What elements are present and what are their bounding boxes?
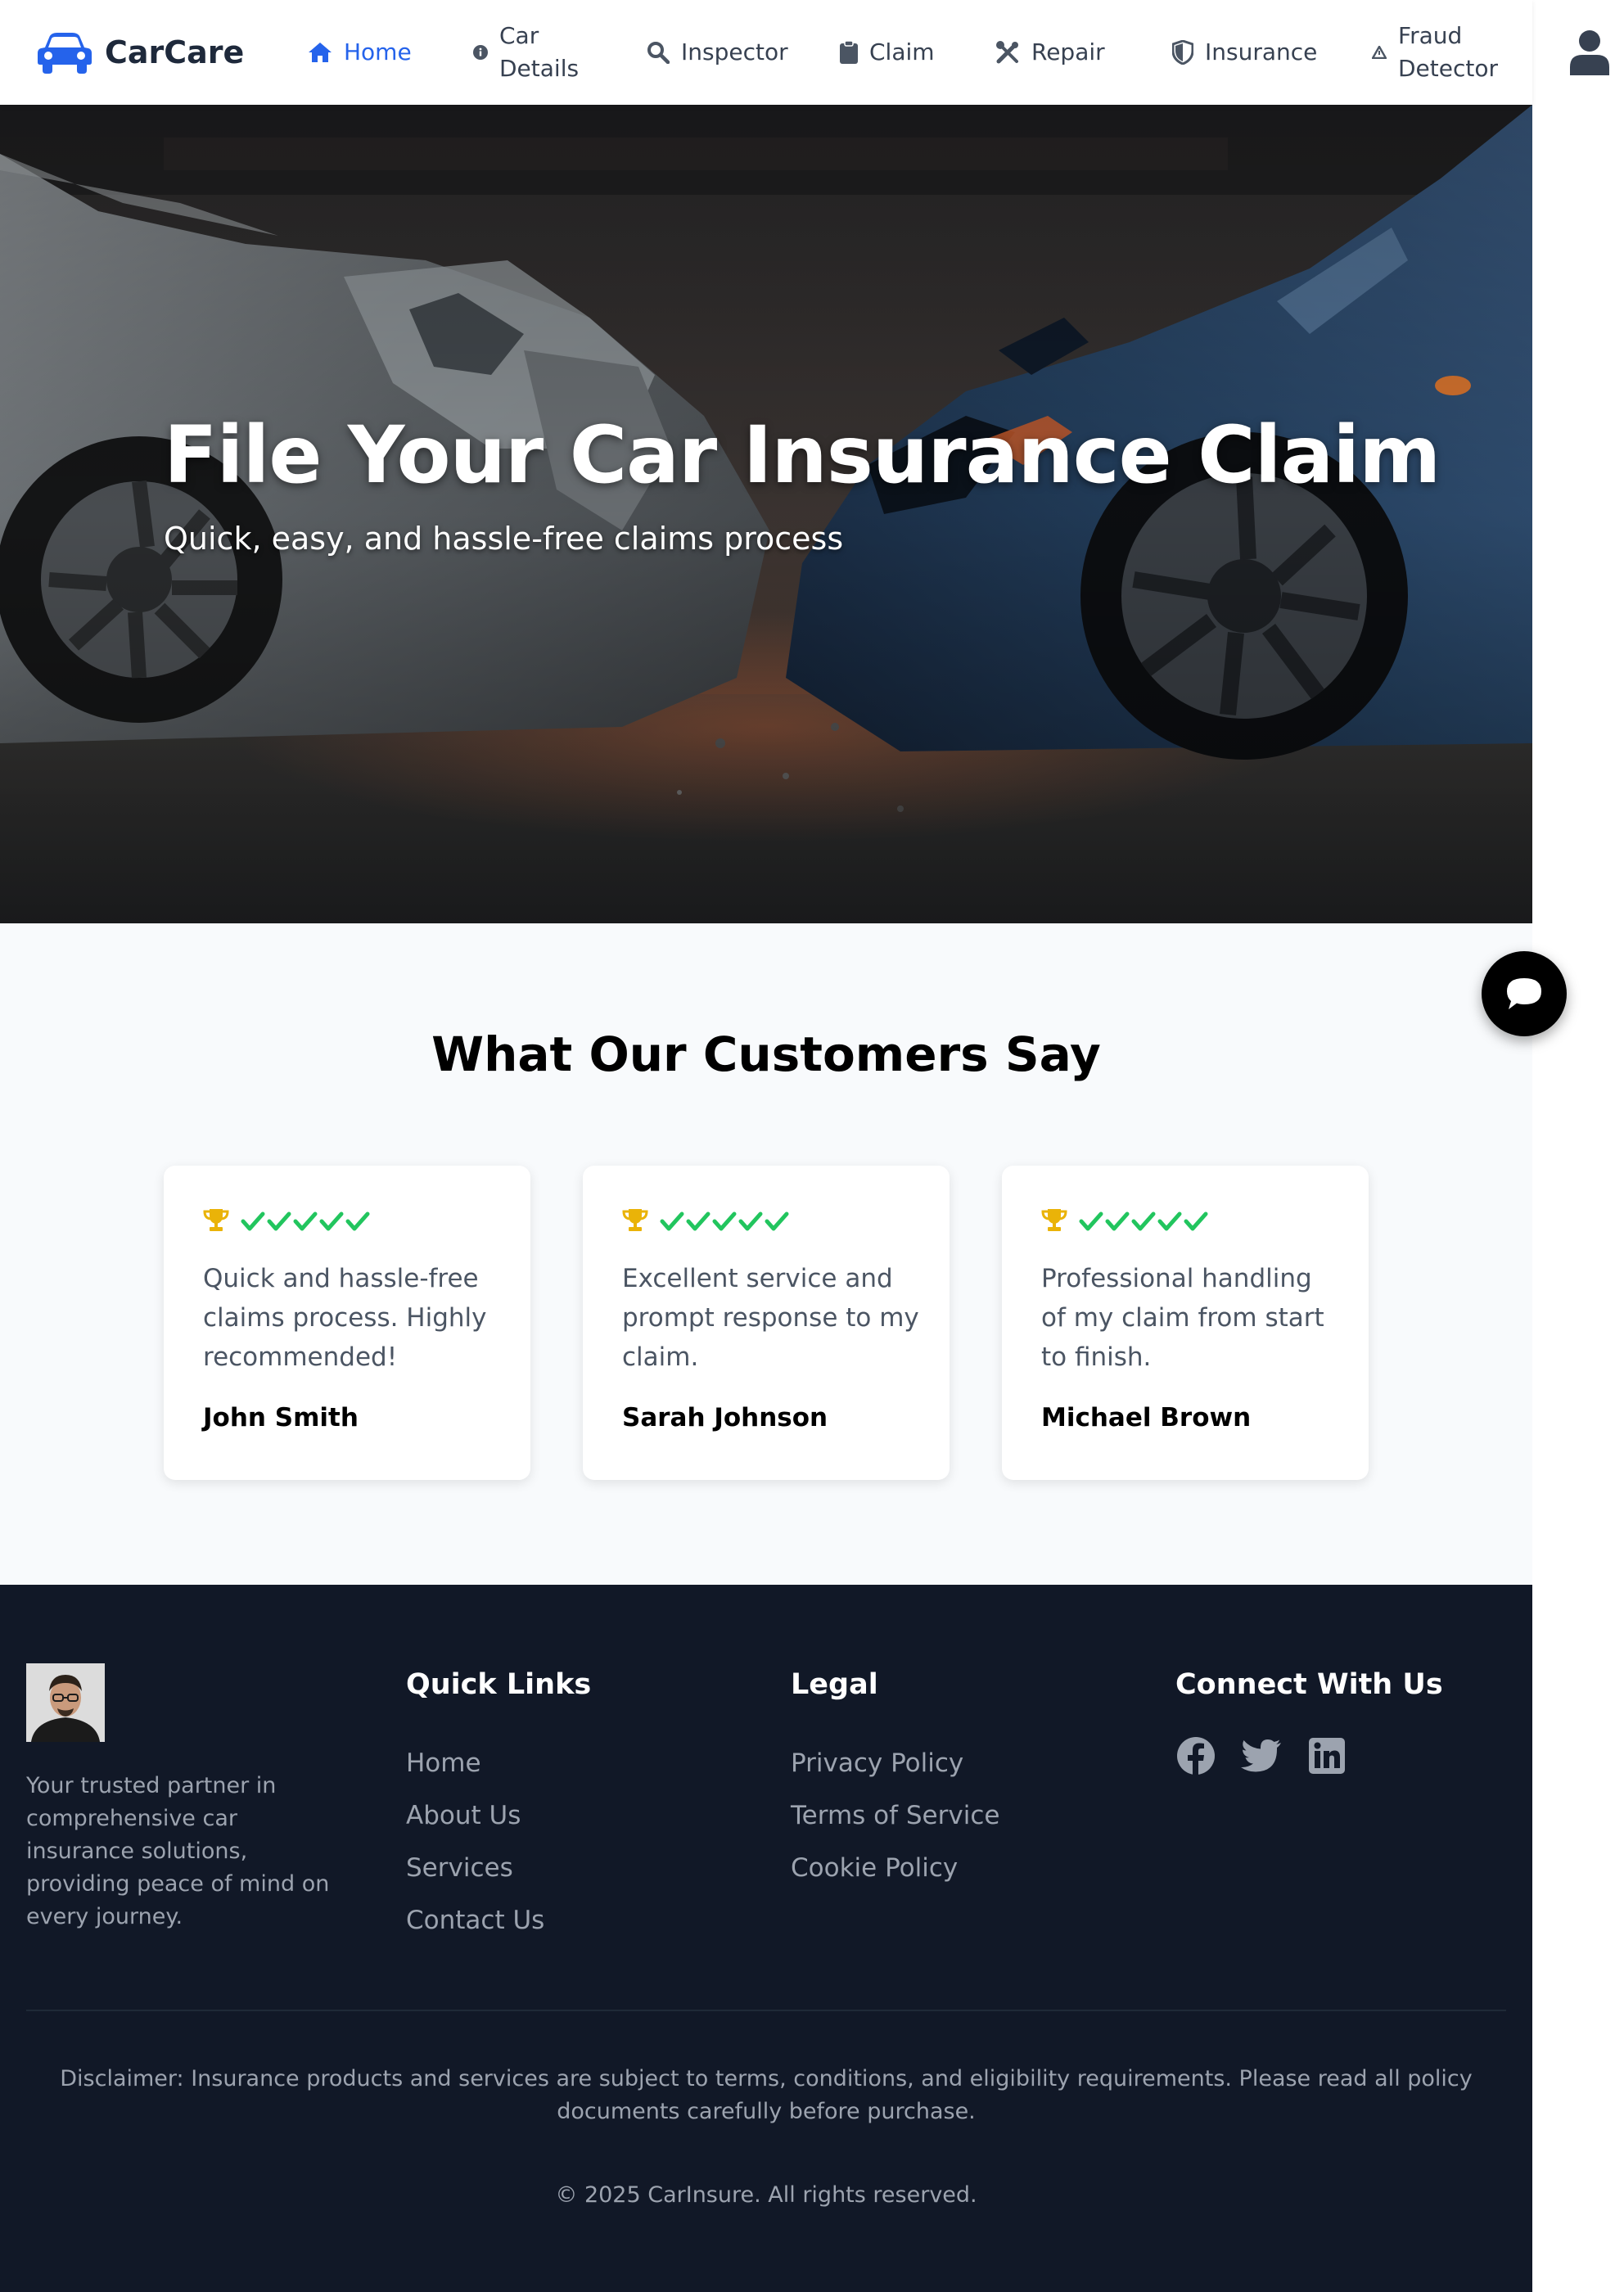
footer-link-terms[interactable]: Terms of Service — [791, 1789, 999, 1842]
nav-item-car-details[interactable]: Car Details — [473, 20, 579, 85]
hero-banner: File Your Car Insurance Claim Quick, eas… — [0, 105, 1532, 923]
legal-title: Legal — [791, 1668, 878, 1701]
nav-label-car: Car — [499, 22, 539, 49]
footer-link-home[interactable]: Home — [406, 1737, 544, 1789]
car-icon — [38, 33, 92, 74]
footer-link-cookies[interactable]: Cookie Policy — [791, 1842, 999, 1894]
twitter-icon[interactable] — [1241, 1735, 1282, 1776]
testimonial-author: Sarah Johnson — [622, 1403, 828, 1432]
footer-link-services[interactable]: Services — [406, 1842, 544, 1894]
rating — [203, 1208, 373, 1234]
social-links — [1175, 1735, 1372, 1776]
footer-disclaimer: Disclaimer: Insurance products and servi… — [60, 2066, 1473, 2124]
search-icon — [647, 41, 670, 64]
footer-avatar — [26, 1663, 105, 1742]
shield-icon — [1172, 40, 1193, 65]
crashed-cars-image — [0, 105, 1532, 923]
info-icon — [473, 45, 488, 60]
top-navbar: CarCare Home Car Details Inspector Claim… — [0, 0, 1532, 105]
warning-icon — [1372, 46, 1387, 59]
testimonial-author: John Smith — [203, 1403, 359, 1432]
page: CarCare Home Car Details Inspector Claim… — [0, 0, 1532, 2292]
trophy-icon — [1041, 1207, 1067, 1235]
trophy-icon — [622, 1207, 648, 1235]
chat-bubble-icon — [1507, 978, 1541, 1009]
testimonials-heading: What Our Customers Say — [431, 1026, 1101, 1082]
footer-link-privacy[interactable]: Privacy Policy — [791, 1737, 999, 1789]
site-footer: Your trusted partner in comprehensive ca… — [0, 1585, 1532, 2292]
nav-label-inspector: Inspector — [681, 38, 788, 65]
testimonial-quote: Excellent service and prompt response to… — [622, 1264, 919, 1372]
facebook-icon[interactable] — [1175, 1735, 1216, 1776]
check-rating — [1079, 1210, 1211, 1233]
nav-label-insurance: Insurance — [1205, 38, 1318, 65]
nav-label-details: Details — [499, 55, 580, 82]
quick-links-title: Quick Links — [406, 1668, 592, 1701]
nav-item-repair[interactable]: Repair — [995, 20, 1105, 85]
testimonial-card: Quick and hassle-free claims process. Hi… — [164, 1166, 530, 1480]
quick-links-list: Home About Us Services Contact Us — [406, 1737, 544, 1947]
tools-icon — [995, 40, 1020, 65]
footer-about-text: Your trusted partner in comprehensive ca… — [26, 1773, 330, 1929]
nav-item-insurance[interactable]: Insurance — [1172, 20, 1317, 85]
nav-label-detector: Detector — [1398, 55, 1499, 82]
check-rating — [660, 1210, 792, 1233]
home-icon — [308, 42, 332, 63]
user-icon[interactable] — [1568, 29, 1611, 75]
nav-item-inspector[interactable]: Inspector — [647, 20, 788, 85]
legal-links-list: Privacy Policy Terms of Service Cookie P… — [791, 1737, 999, 1894]
linkedin-icon[interactable] — [1306, 1735, 1347, 1776]
clipboard-icon — [840, 41, 858, 64]
testimonial-card: Professional handling of my claim from s… — [1002, 1166, 1369, 1480]
chat-button[interactable] — [1482, 951, 1567, 1036]
hero-subtitle: Quick, easy, and hassle-free claims proc… — [164, 521, 844, 557]
hero-title: File Your Car Insurance Claim — [164, 409, 1441, 501]
footer-link-about[interactable]: About Us — [406, 1789, 544, 1842]
connect-title: Connect With Us — [1175, 1668, 1443, 1701]
nav-item-home[interactable]: Home — [308, 20, 412, 85]
brand-name: CarCare — [105, 34, 245, 70]
testimonial-author: Michael Brown — [1041, 1403, 1252, 1432]
footer-divider — [26, 2010, 1506, 2011]
rating — [622, 1208, 792, 1234]
footer-copyright: © 2025 CarInsure. All rights reserved. — [555, 2182, 977, 2208]
testimonial-card: Excellent service and prompt response to… — [583, 1166, 950, 1480]
rating — [1041, 1208, 1211, 1234]
nav-label-claim: Claim — [869, 38, 935, 65]
brand-logo[interactable]: CarCare — [38, 29, 244, 75]
testimonial-quote: Quick and hassle-free claims process. Hi… — [203, 1264, 487, 1372]
check-rating — [241, 1210, 373, 1233]
trophy-icon — [203, 1207, 229, 1235]
nav-label-home: Home — [344, 38, 412, 65]
testimonial-quote: Professional handling of my claim from s… — [1041, 1264, 1324, 1372]
nav-label-repair: Repair — [1031, 38, 1105, 65]
footer-link-contact[interactable]: Contact Us — [406, 1894, 544, 1947]
nav-label-fraud: Fraud — [1398, 22, 1463, 49]
nav-item-fraud-detector[interactable]: Fraud Detector — [1372, 20, 1498, 85]
nav-item-claim[interactable]: Claim — [840, 20, 935, 85]
